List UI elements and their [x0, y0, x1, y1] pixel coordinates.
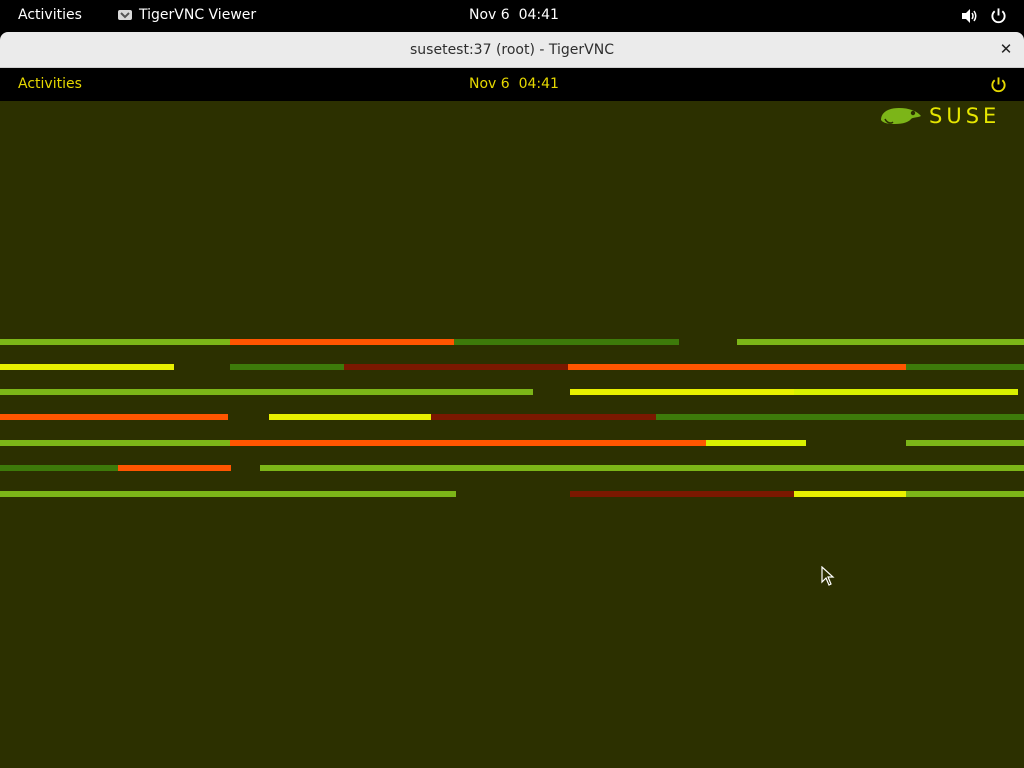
host-activities-button[interactable]: Activities — [18, 7, 82, 23]
suse-chameleon-logo-icon — [881, 108, 921, 124]
tigervnc-app-icon — [118, 10, 132, 20]
remote-clock[interactable]: Nov 6 04:41 — [469, 76, 559, 92]
remote-screen[interactable]: Activities Nov 6 04:41 — [0, 68, 1024, 768]
window-title: susetest:37 (root) - TigerVNC — [410, 42, 614, 58]
remote-activities-button[interactable]: Activities — [18, 76, 82, 92]
mouse-pointer-icon — [821, 566, 835, 586]
close-icon[interactable]: ✕ — [998, 41, 1014, 57]
suse-logo-text: SUSE — [929, 104, 1001, 128]
remote-power-icon[interactable] — [990, 76, 1007, 93]
vnc-window-titlebar[interactable]: susetest:37 (root) - TigerVNC ✕ — [0, 32, 1024, 68]
remote-desktop-background — [0, 101, 1024, 768]
host-clock[interactable]: Nov 6 04:41 — [469, 7, 559, 23]
host-app-menu[interactable]: TigerVNC Viewer — [117, 7, 256, 23]
remote-top-bar: Activities Nov 6 04:41 — [0, 68, 1024, 101]
host-top-bar: Activities TigerVNC Viewer Nov 6 04:41 — [0, 0, 1024, 32]
volume-icon[interactable] — [961, 8, 979, 24]
suse-logo: SUSE — [879, 104, 1000, 128]
host-power-icon[interactable] — [990, 7, 1007, 24]
host-app-name: TigerVNC Viewer — [139, 7, 257, 23]
